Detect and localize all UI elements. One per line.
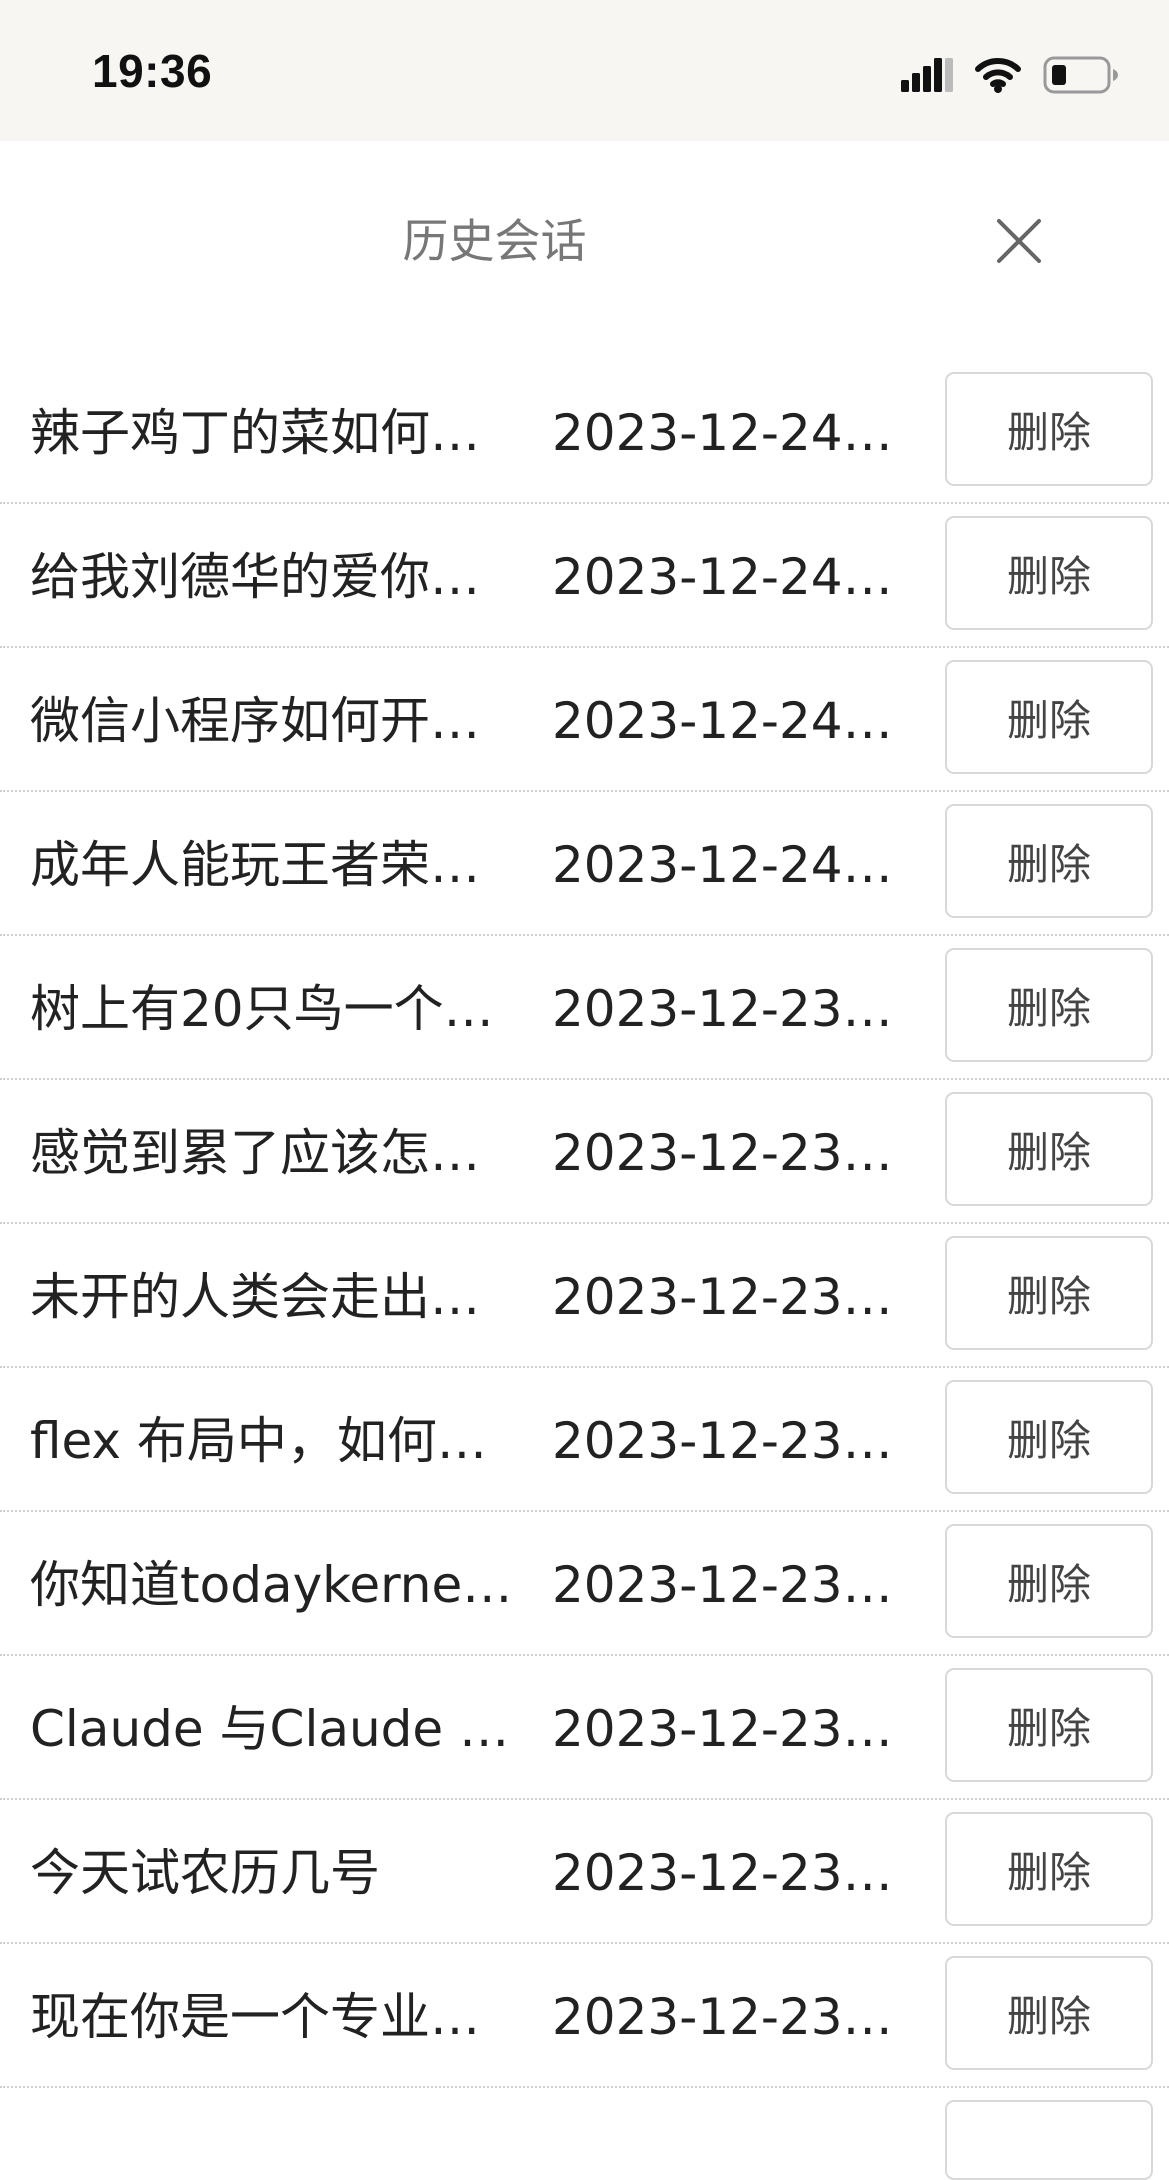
- conversation-title[interactable]: 树上有20只鸟一个…: [30, 976, 520, 1042]
- conversation-date: 2023-12-23T…: [552, 1988, 910, 2046]
- battery-icon: [1043, 56, 1118, 94]
- list-item[interactable]: 未开的人类会走出… 2023-12-23T… 删除: [0, 1224, 1169, 1368]
- list-item[interactable]: 辣子鸡丁的菜如何… 2023-12-24T… 删除: [0, 360, 1169, 504]
- conversation-title[interactable]: 辣子鸡丁的菜如何…: [30, 400, 520, 466]
- conversation-title[interactable]: 感觉到累了应该怎…: [30, 1120, 520, 1186]
- delete-button-partial[interactable]: [945, 2100, 1153, 2180]
- delete-button[interactable]: 删除: [945, 1524, 1153, 1638]
- list-item[interactable]: 感觉到累了应该怎… 2023-12-23T… 删除: [0, 1080, 1169, 1224]
- delete-button[interactable]: 删除: [945, 372, 1153, 486]
- conversation-date: 2023-12-23T…: [552, 1556, 910, 1614]
- conversation-date: 2023-12-23T…: [552, 1700, 910, 1758]
- delete-button[interactable]: 删除: [945, 948, 1153, 1062]
- close-icon: [997, 219, 1041, 263]
- conversation-title[interactable]: 给我刘德华的爱你…: [30, 544, 520, 610]
- delete-button[interactable]: 删除: [945, 1812, 1153, 1926]
- page-header: 历史会话: [0, 141, 1169, 337]
- conversation-date: 2023-12-23T…: [552, 980, 910, 1038]
- delete-button[interactable]: 删除: [945, 1380, 1153, 1494]
- signal-icon: [901, 58, 953, 92]
- conversation-title[interactable]: flex 布局中，如何…: [30, 1408, 520, 1474]
- list-item[interactable]: flex 布局中，如何… 2023-12-23T… 删除: [0, 1368, 1169, 1512]
- list-item[interactable]: 微信小程序如何开… 2023-12-24T… 删除: [0, 648, 1169, 792]
- list-item[interactable]: 现在你是一个专业… 2023-12-23T… 删除: [0, 1944, 1169, 2088]
- delete-button[interactable]: 删除: [945, 804, 1153, 918]
- delete-button[interactable]: 删除: [945, 1956, 1153, 2070]
- conversation-date: 2023-12-23T…: [552, 1844, 910, 1902]
- status-icons: [901, 50, 1119, 100]
- status-bar: 19:36: [0, 0, 1169, 141]
- close-button[interactable]: [989, 211, 1049, 271]
- list-item[interactable]: 给我刘德华的爱你… 2023-12-24T… 删除: [0, 504, 1169, 648]
- conversation-title[interactable]: 今天试农历几号: [30, 1840, 520, 1906]
- conversation-date: 2023-12-24T…: [552, 404, 910, 462]
- list-item[interactable]: 树上有20只鸟一个… 2023-12-23T… 删除: [0, 936, 1169, 1080]
- list-item[interactable]: 你知道todaykernel… 2023-12-23T… 删除: [0, 1512, 1169, 1656]
- conversation-date: 2023-12-23T…: [552, 1124, 910, 1182]
- conversation-title[interactable]: 微信小程序如何开…: [30, 688, 520, 754]
- list-item[interactable]: Claude 与Claude I… 2023-12-23T… 删除: [0, 1656, 1169, 1800]
- conversation-title[interactable]: Claude 与Claude I…: [30, 1696, 520, 1762]
- conversation-title[interactable]: 未开的人类会走出…: [30, 1264, 520, 1330]
- wifi-icon: [975, 58, 1021, 93]
- conversation-date: 2023-12-23T…: [552, 1268, 910, 1326]
- delete-button[interactable]: 删除: [945, 660, 1153, 774]
- delete-button[interactable]: 删除: [945, 1668, 1153, 1782]
- list-item[interactable]: 成年人能玩王者荣… 2023-12-24T… 删除: [0, 792, 1169, 936]
- delete-button[interactable]: 删除: [945, 1236, 1153, 1350]
- conversation-date: 2023-12-24T…: [552, 692, 910, 750]
- conversation-title[interactable]: 成年人能玩王者荣…: [30, 832, 520, 898]
- status-time: 19:36: [92, 45, 213, 97]
- conversation-date: 2023-12-24T…: [552, 548, 910, 606]
- list-item[interactable]: 今天试农历几号 2023-12-23T… 删除: [0, 1800, 1169, 1944]
- conversation-list: 辣子鸡丁的菜如何… 2023-12-24T… 删除 给我刘德华的爱你… 2023…: [0, 360, 1169, 2088]
- conversation-date: 2023-12-23T…: [552, 1412, 910, 1470]
- conversation-date: 2023-12-24T…: [552, 836, 910, 894]
- conversation-title[interactable]: 现在你是一个专业…: [30, 1984, 520, 2050]
- conversation-title[interactable]: 你知道todaykernel…: [30, 1552, 520, 1618]
- delete-button[interactable]: 删除: [945, 1092, 1153, 1206]
- page-title: 历史会话: [402, 214, 587, 268]
- delete-button[interactable]: 删除: [945, 516, 1153, 630]
